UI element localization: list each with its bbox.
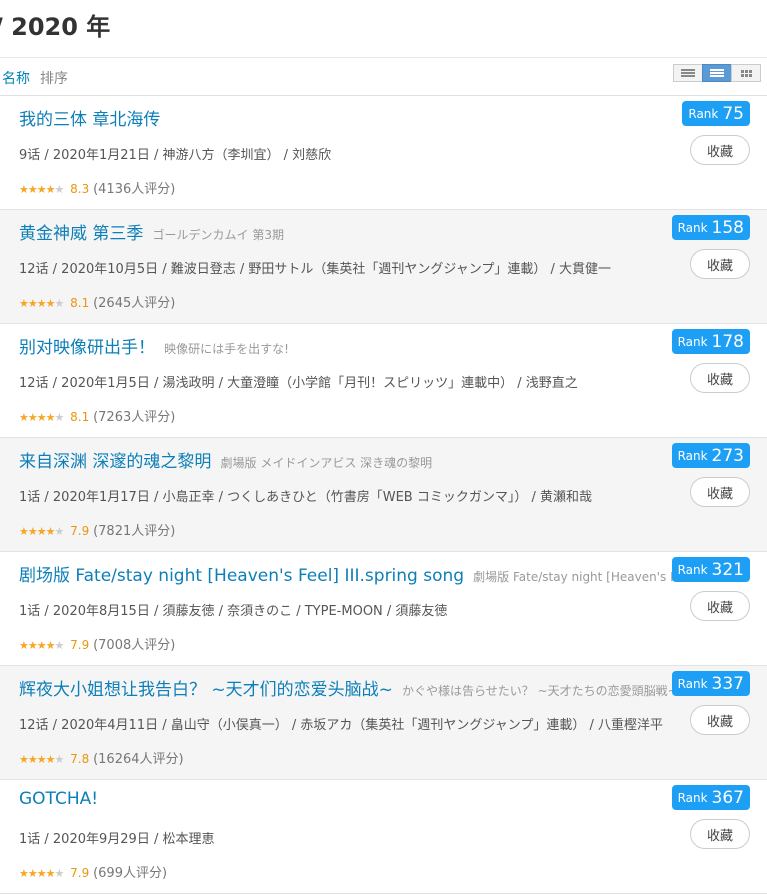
star-rating-icon: ★★★★★ [19,525,64,538]
star-rating-icon: ★★★★★ [19,639,64,652]
rank-number: 273 [711,445,744,466]
item-votes: (699人评分) [93,866,168,881]
collect-button[interactable]: 收藏 [690,363,750,393]
item-title-link[interactable]: 别对映像研出手！ [19,338,155,358]
item-votes: (7263人评分) [93,410,176,425]
rank-number: 158 [711,217,744,238]
list-compact-view-button[interactable] [673,64,703,82]
item-score: 8.1 [70,410,90,424]
item-score: 7.9 [70,638,90,652]
rank-badge: Rank 337 [671,671,750,696]
item-title-link[interactable]: 剧场版 Fate/stay night [Heaven's Feel] III.… [19,566,464,586]
list-item: 辉夜大小姐想让我告白？ ~天才们的恋爱头脑战~ かぐや様は告らせたい？ ~天才た… [0,666,767,780]
item-info: 12话 / 2020年4月11日 / 畠山守（小俣真一） / 赤坂アカ（集英社「… [19,718,663,733]
rank-badge: Rank 75 [682,101,750,126]
item-score: 7.9 [70,866,90,880]
item-rating: ★★★★★ 7.9 (7008人评分) [19,634,175,653]
item-rating: ★★★★★ 7.8 (16264人评分) [19,748,184,767]
item-rating: ★★★★★ 8.1 (2645人评分) [19,292,175,311]
list-item: 黄金神威 第三季 ゴールデンカムイ 第3期 12话 / 2020年10月5日 /… [0,210,767,324]
item-score: 8.3 [70,182,90,196]
view-mode-switch [673,64,761,82]
item-info: 1话 / 2020年9月29日 / 松本理恵 [19,832,215,847]
item-info: 12话 / 2020年1月5日 / 湯浅政明 / 大童澄瞳（小学館「月刊！スピリ… [19,376,578,391]
item-title-link[interactable]: 辉夜大小姐想让我告白？ ~天才们的恋爱头脑战~ [19,680,393,700]
sort-by-name[interactable]: 名称 [2,68,30,88]
star-rating-icon: ★★★★★ [19,753,64,766]
star-rating-icon: ★★★★★ [19,183,64,196]
rank-badge: Rank 158 [671,215,750,240]
star-rating-icon: ★★★★★ [19,867,64,880]
item-votes: (7008人评分) [93,638,176,653]
collect-button[interactable]: 收藏 [690,705,750,735]
item-votes: (2645人评分) [93,296,176,311]
list-item: 别对映像研出手！ 映像研には手を出すな! 12话 / 2020年1月5日 / 湯… [0,324,767,438]
sort-bar: 名称 排序 [0,58,767,96]
sort-label: 排序 [40,71,68,87]
item-rating: ★★★★★ 8.1 (7263人评分) [19,406,175,425]
item-info: 1话 / 2020年8月15日 / 須藤友徳 / 奈須きのこ / TYPE-MO… [19,604,448,619]
rank-number: 367 [711,787,744,808]
star-rating-icon: ★★★★★ [19,297,64,310]
star-rating-icon: ★★★★★ [19,411,64,424]
subject-list: 我的三体 章北海传 9话 / 2020年1月21日 / 神游八方（李圳宜） / … [0,96,767,894]
grid-view-button[interactable] [731,64,761,82]
item-info: 1话 / 2020年1月17日 / 小島正幸 / つくしあきひと（竹書房「WEB… [19,490,592,505]
item-score: 8.1 [70,296,90,310]
item-rating: ★★★★★ 8.3 (4136人评分) [19,178,175,197]
page-title: / 2020 年 [0,13,111,41]
item-votes: (4136人评分) [93,182,176,197]
item-rating: ★★★★★ 7.9 (699人评分) [19,862,167,881]
item-title-link[interactable]: 来自深渊 深邃的魂之黎明 [19,452,211,472]
collect-button[interactable]: 收藏 [690,591,750,621]
item-title-link[interactable]: 我的三体 章北海传 [19,110,160,130]
rank-badge: Rank 321 [671,557,750,582]
item-subtitle: 劇場版 Fate/stay night [Heaven's Feel] III.… [473,570,677,584]
item-title-link[interactable]: GOTCHA! [19,789,98,809]
item-title-link[interactable]: 黄金神威 第三季 [19,224,143,244]
item-subtitle: 劇場版 メイドインアビス 深き魂の黎明 [220,456,433,470]
collect-button[interactable]: 收藏 [690,249,750,279]
list-item: 我的三体 章北海传 9话 / 2020年1月21日 / 神游八方（李圳宜） / … [0,96,767,210]
grid-icon [740,69,752,77]
rank-number: 178 [711,331,744,352]
collect-button[interactable]: 收藏 [690,135,750,165]
item-votes: (16264人评分) [93,752,184,767]
rank-badge: Rank 178 [671,329,750,354]
list-detail-icon [710,69,724,77]
item-subtitle: かぐや様は告らせたい？ ~天才たちの恋愛頭脳戦~ [402,684,677,698]
item-info: 9话 / 2020年1月21日 / 神游八方（李圳宜） / 刘慈欣 [19,148,332,163]
list-item: GOTCHA! 1话 / 2020年9月29日 / 松本理恵 ★★★★★ 7.9… [0,780,767,894]
rank-number: 75 [722,103,744,124]
collect-button[interactable]: 收藏 [690,477,750,507]
rank-badge: Rank 367 [671,785,750,810]
list-item: 来自深渊 深邃的魂之黎明 劇場版 メイドインアビス 深き魂の黎明 1话 / 20… [0,438,767,552]
item-votes: (7821人评分) [93,524,176,539]
rank-number: 337 [711,673,744,694]
list-detail-view-button[interactable] [702,64,732,82]
item-info: 12话 / 2020年10月5日 / 難波日登志 / 野田サトル（集英社「週刊ヤ… [19,262,611,277]
item-subtitle: ゴールデンカムイ 第3期 [152,228,284,242]
rank-badge: Rank 273 [671,443,750,468]
list-compact-icon [681,69,695,77]
collect-button[interactable]: 收藏 [690,819,750,849]
item-subtitle: 映像研には手を出すな! [164,342,289,356]
rank-number: 321 [711,559,744,580]
list-item: 剧场版 Fate/stay night [Heaven's Feel] III.… [0,552,767,666]
item-score: 7.9 [70,524,90,538]
item-score: 7.8 [70,752,90,766]
item-rating: ★★★★★ 7.9 (7821人评分) [19,520,175,539]
